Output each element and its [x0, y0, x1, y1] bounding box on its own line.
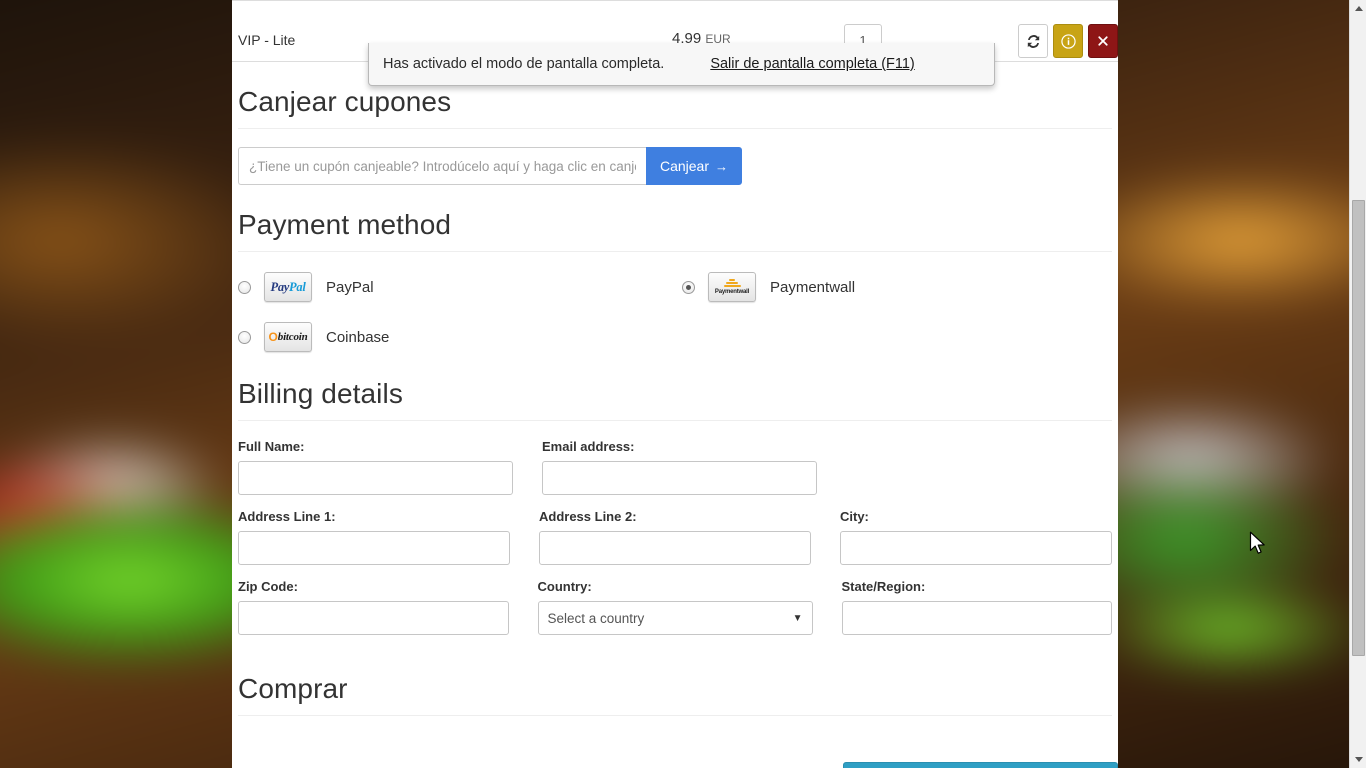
field-email: Email address:	[542, 439, 817, 495]
payment-option-coinbase[interactable]: Obitcoin Coinbase	[238, 320, 682, 354]
exit-fullscreen-link[interactable]: Salir de pantalla completa (F11)	[710, 56, 914, 72]
billing-details-title: Billing details	[238, 378, 403, 409]
address-line-2-input[interactable]	[539, 531, 811, 565]
cart-item-name: VIP - Lite	[238, 32, 296, 48]
billing-row-3: Zip Code: Country: Select a country ▼ St…	[238, 579, 1112, 635]
label-zip-code: Zip Code:	[238, 579, 298, 594]
vertical-scrollbar[interactable]	[1349, 0, 1366, 768]
paypal-logo-text-2: Pal	[289, 279, 306, 294]
scroll-up-arrow-icon[interactable]	[1350, 0, 1366, 17]
buy-section-title: Comprar	[238, 673, 348, 704]
field-address-line-1: Address Line 1:	[238, 509, 510, 565]
field-address-line-2: Address Line 2:	[539, 509, 811, 565]
country-select[interactable]: Select a country	[537, 601, 813, 635]
label-address-line-1: Address Line 1:	[238, 509, 336, 524]
refresh-icon[interactable]	[1018, 24, 1048, 58]
row-divider	[232, 0, 1118, 1]
payment-option-label-paymentwall: Paymentwall	[770, 278, 856, 296]
paymentwall-logo-text: Paymentwall	[714, 289, 750, 295]
field-city: City:	[840, 509, 1112, 565]
field-country: Country: Select a country ▼	[537, 579, 813, 635]
payment-option-paymentwall[interactable]: Paymentwall Paymentwall	[682, 270, 1118, 304]
field-full-name: Full Name:	[238, 439, 513, 495]
paypal-logo-text-1: Pay	[270, 279, 290, 294]
bitcoin-logo-symbol: O	[268, 330, 278, 344]
bitcoin-logo: Obitcoin	[264, 322, 312, 352]
purchase-button[interactable]	[843, 762, 1118, 768]
full-name-input[interactable]	[238, 461, 513, 495]
paypal-logo: PayPal	[264, 272, 312, 302]
redeem-coupon-button[interactable]: Canjear →	[645, 147, 742, 185]
buy-section: Comprar	[232, 649, 1118, 716]
field-zip-code: Zip Code:	[238, 579, 509, 635]
scroll-down-arrow-icon[interactable]	[1350, 751, 1366, 768]
payment-option-paypal[interactable]: PayPal PayPal	[238, 270, 682, 304]
coupon-section-rule	[238, 128, 1112, 129]
label-address-line-2: Address Line 2:	[539, 509, 637, 524]
label-country: Country:	[537, 579, 592, 594]
radio-paypal[interactable]	[238, 280, 251, 294]
payment-option-label-paypal: PayPal	[326, 278, 374, 296]
state-region-input[interactable]	[841, 601, 1112, 635]
redeem-coupon-label: Canjear	[659, 158, 709, 174]
payment-method-title: Payment method	[238, 209, 452, 240]
coupon-code-input[interactable]	[238, 147, 646, 185]
label-email: Email address:	[542, 439, 635, 454]
cart-row-actions	[1018, 24, 1118, 58]
arrow-right-icon: →	[715, 158, 728, 174]
paymentwall-bars-icon	[723, 279, 741, 287]
payment-option-label-coinbase: Coinbase	[326, 328, 390, 346]
browser-page-content: VIP - Lite 4.99 EUR 1 Canjear cupones ¿T…	[232, 0, 1118, 768]
fullscreen-notification-message: Has activado el modo de pantalla complet…	[383, 56, 665, 72]
close-x-icon[interactable]	[1088, 24, 1118, 58]
label-city: City:	[840, 509, 869, 524]
payment-section-rule	[238, 251, 1112, 252]
paymentwall-logo: Paymentwall	[708, 272, 756, 302]
address-line-1-input[interactable]	[238, 531, 510, 565]
buy-section-rule	[238, 715, 1112, 716]
label-full-name: Full Name:	[238, 439, 305, 454]
billing-details-section: Billing details Full Name: Email address…	[232, 354, 1118, 635]
radio-coinbase[interactable]	[238, 330, 251, 344]
radio-paymentwall[interactable]	[682, 280, 695, 294]
scrollbar-thumb[interactable]	[1352, 200, 1365, 656]
billing-row-2: Address Line 1: Address Line 2: City:	[238, 509, 1112, 565]
zip-code-input[interactable]	[238, 601, 509, 635]
field-state-region: State/Region:	[841, 579, 1112, 635]
payment-method-section: Payment method PayPal PayPal Paymentwall…	[232, 185, 1118, 354]
bitcoin-logo-word: bitcoin	[277, 331, 308, 343]
payment-options-grid: PayPal PayPal Paymentwall Paymentwall O …	[238, 270, 1112, 354]
label-state-region: State/Region:	[841, 579, 926, 594]
info-icon[interactable]	[1053, 24, 1083, 58]
fullscreen-notification: Has activado el modo de pantalla complet…	[368, 43, 995, 86]
city-input[interactable]	[840, 531, 1112, 565]
email-input[interactable]	[542, 461, 817, 495]
coupon-form: Canjear →	[238, 147, 742, 185]
billing-section-rule	[238, 420, 1112, 421]
billing-row-1: Full Name: Email address:	[238, 439, 1112, 495]
